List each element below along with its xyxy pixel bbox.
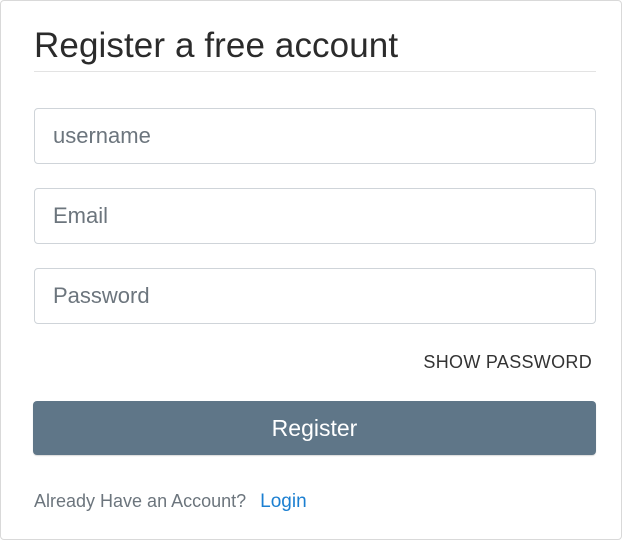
password-input[interactable] xyxy=(34,268,596,324)
username-input[interactable] xyxy=(34,108,596,164)
register-card: Register a free account SHOW PASSWORD Re… xyxy=(0,0,622,540)
login-prompt: Already Have an Account? Login xyxy=(34,491,307,513)
register-button[interactable]: Register xyxy=(33,401,596,455)
title-divider xyxy=(34,71,596,72)
login-prompt-text: Already Have an Account? xyxy=(34,491,247,511)
email-input[interactable] xyxy=(34,188,596,244)
page-title: Register a free account xyxy=(34,26,399,65)
login-link[interactable]: Login xyxy=(260,491,307,512)
show-password-toggle[interactable]: SHOW PASSWORD xyxy=(423,352,592,373)
